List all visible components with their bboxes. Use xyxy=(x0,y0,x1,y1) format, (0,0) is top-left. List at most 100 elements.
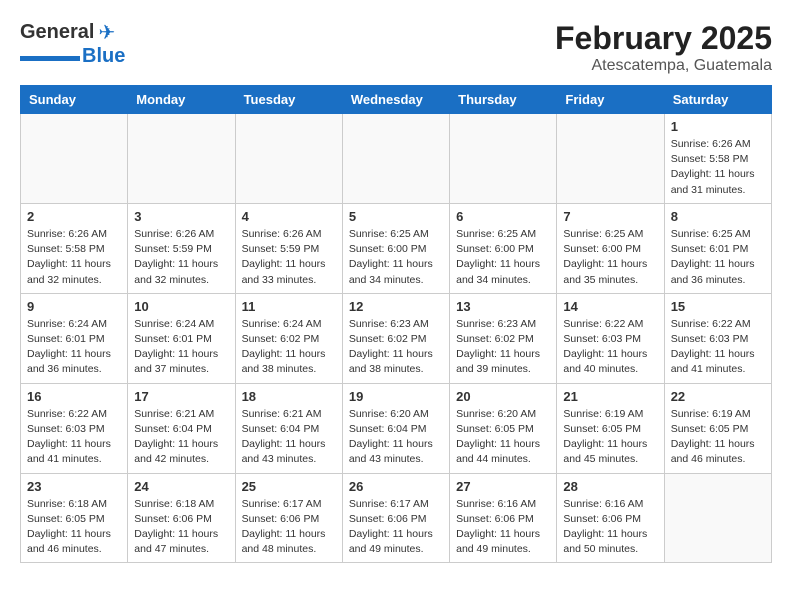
calendar-week-row: 23 Sunrise: 6:18 AM Sunset: 6:05 PM Dayli… xyxy=(21,473,772,563)
day-info: Sunrise: 6:26 AM Sunset: 5:59 PM Dayligh… xyxy=(134,227,228,288)
day-info: Sunrise: 6:16 AM Sunset: 6:06 PM Dayligh… xyxy=(563,497,657,558)
day-number: 13 xyxy=(456,299,550,314)
day-info: Sunrise: 6:20 AM Sunset: 6:04 PM Dayligh… xyxy=(349,407,443,468)
table-row xyxy=(450,114,557,204)
table-row: 26Sunrise: 6:17 AM Sunset: 6:06 PM Dayli… xyxy=(342,473,449,563)
header-wednesday: Wednesday xyxy=(342,86,449,114)
table-row: 5 Sunrise: 6:25 AM Sunset: 6:00 PM Daylig… xyxy=(342,203,449,293)
page-header: General ✈ Blue February 2025 Atescatempa… xyxy=(20,20,772,75)
calendar-header-row: Sunday Monday Tuesday Wednesday Thursday… xyxy=(21,86,772,114)
day-info: Sunrise: 6:17 AM Sunset: 6:06 PM Dayligh… xyxy=(349,497,443,558)
table-row xyxy=(664,473,771,563)
bird-icon: ✈ xyxy=(98,20,115,45)
day-number: 5 xyxy=(349,209,443,224)
day-info: Sunrise: 6:25 AM Sunset: 6:00 PM Dayligh… xyxy=(563,227,657,288)
day-info: Sunrise: 6:21 AM Sunset: 6:04 PM Dayligh… xyxy=(242,407,336,468)
day-number: 22 xyxy=(671,389,765,404)
day-info: Sunrise: 6:26 AM Sunset: 5:59 PM Dayligh… xyxy=(242,227,336,288)
table-row: 6 Sunrise: 6:25 AM Sunset: 6:00 PM Daylig… xyxy=(450,203,557,293)
day-info: Sunrise: 6:18 AM Sunset: 6:05 PM Dayligh… xyxy=(27,497,121,558)
table-row: 25Sunrise: 6:17 AM Sunset: 6:06 PM Dayli… xyxy=(235,473,342,563)
location: Atescatempa, Guatemala xyxy=(555,57,772,75)
day-number: 28 xyxy=(563,479,657,494)
table-row: 28 Sunrise: 6:16 AM Sunset: 6:06 PM Dayli… xyxy=(557,473,664,563)
table-row: 4 Sunrise: 6:26 AM Sunset: 5:59 PM Daylig… xyxy=(235,203,342,293)
logo: General ✈ Blue xyxy=(20,20,125,68)
logo-general-text: General xyxy=(20,21,94,44)
day-info: Sunrise: 6:19 AM Sunset: 6:05 PM Dayligh… xyxy=(671,407,765,468)
table-row: 9 Sunrise: 6:24 AM Sunset: 6:01 PM Daylig… xyxy=(21,293,128,383)
day-number: 7 xyxy=(563,209,657,224)
logo-line xyxy=(20,56,80,61)
day-info: Sunrise: 6:17 AM Sunset: 6:06 PM Dayligh… xyxy=(242,497,336,558)
table-row: 2Sunrise: 6:26 AM Sunset: 5:58 PM Daylig… xyxy=(21,203,128,293)
day-info: Sunrise: 6:26 AM Sunset: 5:58 PM Dayligh… xyxy=(671,137,765,198)
table-row xyxy=(21,114,128,204)
day-number: 24 xyxy=(134,479,228,494)
day-number: 21 xyxy=(563,389,657,404)
table-row: 21 Sunrise: 6:19 AM Sunset: 6:05 PM Dayli… xyxy=(557,383,664,473)
table-row: 24 Sunrise: 6:18 AM Sunset: 6:06 PM Dayli… xyxy=(128,473,235,563)
day-number: 9 xyxy=(27,299,121,314)
day-number: 10 xyxy=(134,299,228,314)
table-row: 18Sunrise: 6:21 AM Sunset: 6:04 PM Dayli… xyxy=(235,383,342,473)
header-thursday: Thursday xyxy=(450,86,557,114)
day-info: Sunrise: 6:23 AM Sunset: 6:02 PM Dayligh… xyxy=(456,317,550,378)
day-info: Sunrise: 6:22 AM Sunset: 6:03 PM Dayligh… xyxy=(563,317,657,378)
table-row xyxy=(235,114,342,204)
day-number: 16 xyxy=(27,389,121,404)
day-number: 6 xyxy=(456,209,550,224)
header-friday: Friday xyxy=(557,86,664,114)
table-row xyxy=(128,114,235,204)
day-info: Sunrise: 6:24 AM Sunset: 6:02 PM Dayligh… xyxy=(242,317,336,378)
day-info: Sunrise: 6:25 AM Sunset: 6:00 PM Dayligh… xyxy=(349,227,443,288)
table-row: 27Sunrise: 6:16 AM Sunset: 6:06 PM Dayli… xyxy=(450,473,557,563)
day-number: 14 xyxy=(563,299,657,314)
day-info: Sunrise: 6:22 AM Sunset: 6:03 PM Dayligh… xyxy=(671,317,765,378)
header-monday: Monday xyxy=(128,86,235,114)
header-saturday: Saturday xyxy=(664,86,771,114)
table-row: 17 Sunrise: 6:21 AM Sunset: 6:04 PM Dayli… xyxy=(128,383,235,473)
day-number: 12 xyxy=(349,299,443,314)
calendar-week-row: 16 Sunrise: 6:22 AM Sunset: 6:03 PM Dayli… xyxy=(21,383,772,473)
table-row: 8 Sunrise: 6:25 AM Sunset: 6:01 PM Daylig… xyxy=(664,203,771,293)
calendar-table: Sunday Monday Tuesday Wednesday Thursday… xyxy=(20,85,772,563)
table-row xyxy=(342,114,449,204)
day-info: Sunrise: 6:24 AM Sunset: 6:01 PM Dayligh… xyxy=(27,317,121,378)
table-row: 23 Sunrise: 6:18 AM Sunset: 6:05 PM Dayli… xyxy=(21,473,128,563)
day-info: Sunrise: 6:19 AM Sunset: 6:05 PM Dayligh… xyxy=(563,407,657,468)
table-row: 22 Sunrise: 6:19 AM Sunset: 6:05 PM Dayli… xyxy=(664,383,771,473)
day-info: Sunrise: 6:18 AM Sunset: 6:06 PM Dayligh… xyxy=(134,497,228,558)
day-number: 20 xyxy=(456,389,550,404)
day-number: 11 xyxy=(242,299,336,314)
day-number: 23 xyxy=(27,479,121,494)
day-number: 1 xyxy=(671,119,765,134)
table-row: 13 Sunrise: 6:23 AM Sunset: 6:02 PM Dayli… xyxy=(450,293,557,383)
table-row: 15 Sunrise: 6:22 AM Sunset: 6:03 PM Dayli… xyxy=(664,293,771,383)
day-info: Sunrise: 6:21 AM Sunset: 6:04 PM Dayligh… xyxy=(134,407,228,468)
day-number: 4 xyxy=(242,209,336,224)
calendar-week-row: 9 Sunrise: 6:24 AM Sunset: 6:01 PM Daylig… xyxy=(21,293,772,383)
day-info: Sunrise: 6:23 AM Sunset: 6:02 PM Dayligh… xyxy=(349,317,443,378)
day-number: 3 xyxy=(134,209,228,224)
day-number: 17 xyxy=(134,389,228,404)
table-row: 1 Sunrise: 6:26 AM Sunset: 5:58 PM Daylig… xyxy=(664,114,771,204)
day-number: 19 xyxy=(349,389,443,404)
table-row: 20Sunrise: 6:20 AM Sunset: 6:05 PM Dayli… xyxy=(450,383,557,473)
month-year: February 2025 xyxy=(555,20,772,57)
header-tuesday: Tuesday xyxy=(235,86,342,114)
calendar-week-row: 1 Sunrise: 6:26 AM Sunset: 5:58 PM Daylig… xyxy=(21,114,772,204)
day-info: Sunrise: 6:25 AM Sunset: 6:00 PM Dayligh… xyxy=(456,227,550,288)
day-number: 15 xyxy=(671,299,765,314)
table-row: 7 Sunrise: 6:25 AM Sunset: 6:00 PM Daylig… xyxy=(557,203,664,293)
table-row: 3 Sunrise: 6:26 AM Sunset: 5:59 PM Daylig… xyxy=(128,203,235,293)
title-block: February 2025 Atescatempa, Guatemala xyxy=(555,20,772,75)
day-number: 8 xyxy=(671,209,765,224)
day-number: 2 xyxy=(27,209,121,224)
table-row: 12 Sunrise: 6:23 AM Sunset: 6:02 PM Dayli… xyxy=(342,293,449,383)
calendar-week-row: 2Sunrise: 6:26 AM Sunset: 5:58 PM Daylig… xyxy=(21,203,772,293)
logo-blue-text: Blue xyxy=(82,45,125,68)
table-row: 14 Sunrise: 6:22 AM Sunset: 6:03 PM Dayli… xyxy=(557,293,664,383)
day-info: Sunrise: 6:25 AM Sunset: 6:01 PM Dayligh… xyxy=(671,227,765,288)
day-info: Sunrise: 6:22 AM Sunset: 6:03 PM Dayligh… xyxy=(27,407,121,468)
